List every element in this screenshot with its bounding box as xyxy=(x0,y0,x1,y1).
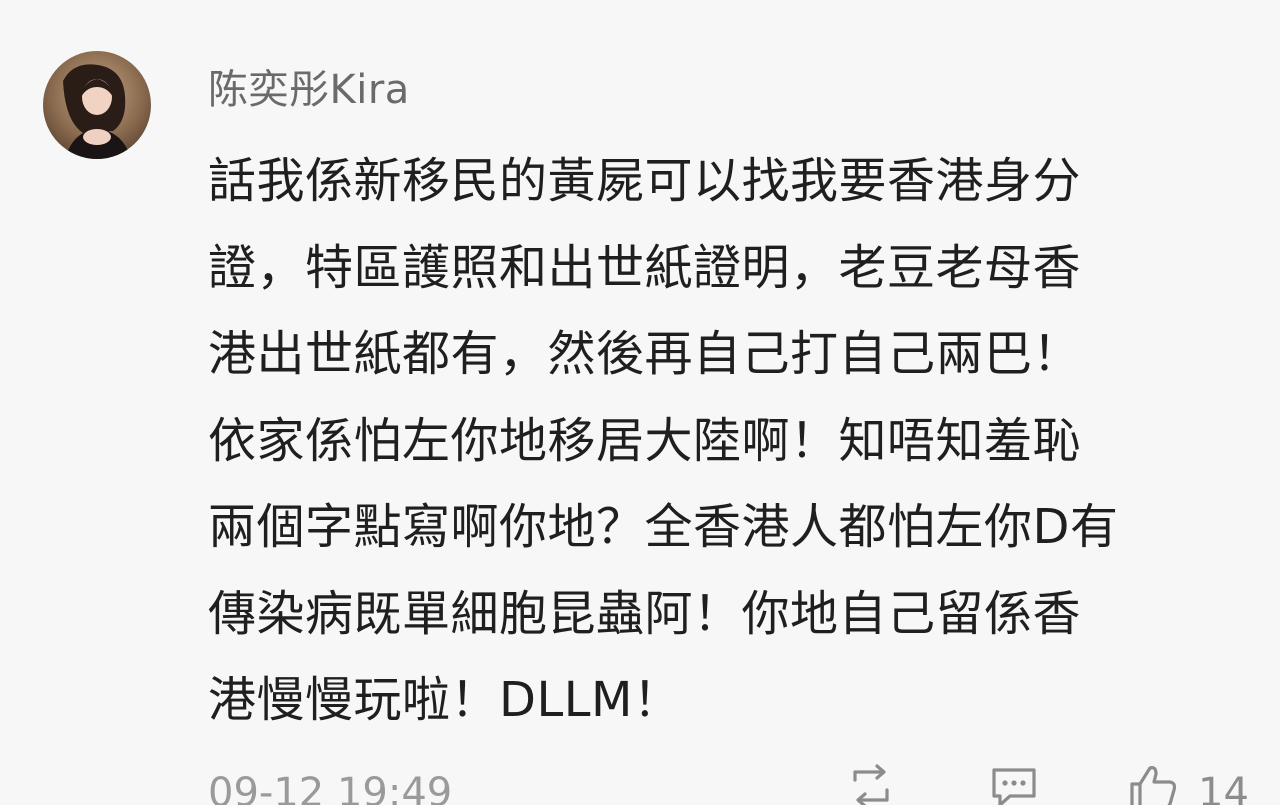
comment-text-line: 傳染病既單細胞昆蟲阿！你地自己留係香 xyxy=(208,585,1082,642)
comment-text-line: 港出世紙都有，然後再自己打自己兩巴！ xyxy=(208,326,1082,382)
comment-text-line: 證，特區護照和出世紙證明，老豆老母香 xyxy=(208,239,1082,296)
comment-body: 話我係新移民的黃屍可以找我要香港身分 證，特區護照和出世紙證明，老豆老母香 港出… xyxy=(208,138,1248,744)
thumbs-up-icon xyxy=(1130,766,1177,805)
comment-text-line: 港慢慢玩啦！DLLM！ xyxy=(208,672,682,728)
comment-icon xyxy=(992,768,1036,805)
avatar[interactable] xyxy=(43,51,151,159)
repost-icon xyxy=(853,764,889,805)
comment-footer: 09-12 19:49 14 xyxy=(0,760,1280,805)
like-count: 14 xyxy=(1198,770,1249,805)
comment-text-line: 話我係新移民的黃屍可以找我要香港身分 xyxy=(208,153,1082,209)
reply-button[interactable] xyxy=(988,764,1040,805)
comment-item: 陈奕彤Kira 話我係新移民的黃屍可以找我要香港身分 證，特區護照和出世紙證明，… xyxy=(0,0,1280,805)
timestamp: 09-12 19:49 xyxy=(208,770,453,805)
avatar-image xyxy=(43,51,151,159)
comment-text-line: 兩個字點寫啊你地？全香港人都怕左你D有 xyxy=(208,499,1119,555)
repost-button[interactable] xyxy=(845,764,897,805)
comment-text-line: 依家係怕左你地移居大陸啊！知唔知羞恥 xyxy=(208,412,1082,469)
like-button[interactable] xyxy=(1128,764,1180,805)
username[interactable]: 陈奕彤Kira xyxy=(208,64,410,116)
